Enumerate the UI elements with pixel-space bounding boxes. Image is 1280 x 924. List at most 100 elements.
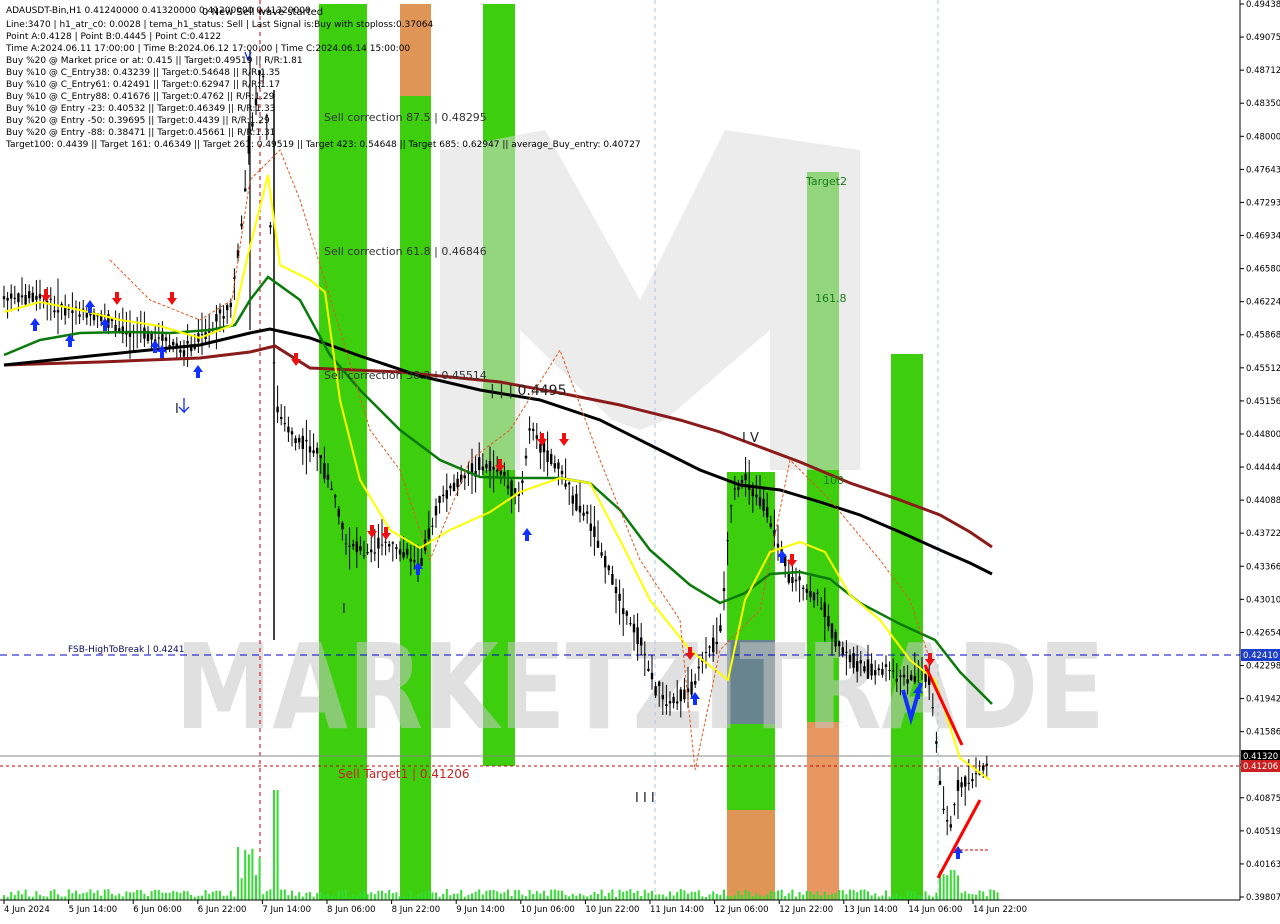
- info-line-9: Buy %20 @ Entry -88: 0.38471 || Target:0…: [6, 128, 275, 138]
- candle-body: [388, 544, 391, 547]
- candle-body: [618, 593, 621, 601]
- candle-body: [604, 556, 607, 568]
- candle-body: [434, 506, 438, 516]
- candle-body: [884, 664, 888, 667]
- volume-bar: [953, 869, 956, 900]
- price-chart[interactable]: MARKETZITRADE Sell correction 87.5 | 0.4…: [0, 0, 1280, 920]
- candle-body: [971, 778, 974, 782]
- candle-body: [575, 493, 578, 511]
- fib-1618-label: 161.8: [815, 292, 847, 305]
- volume-bar: [13, 895, 16, 900]
- volume-bar: [813, 893, 815, 900]
- volume-bar: [233, 896, 236, 900]
- volume-bar: [168, 892, 171, 900]
- volume-bar: [435, 892, 437, 900]
- volume-bar: [139, 890, 142, 900]
- candle-body: [71, 310, 74, 314]
- time-tick-label-0: 4 Jun 2024: [4, 905, 50, 915]
- volume-bar: [795, 896, 797, 900]
- volume-bar: [690, 891, 693, 900]
- candle-body: [294, 438, 297, 443]
- candle-body: [607, 565, 610, 571]
- volume-bar: [309, 892, 311, 900]
- info-line-3: Buy %20 @ Market price or at: 0.415 || T…: [6, 56, 303, 66]
- volume-bar: [841, 890, 844, 900]
- candle-body: [370, 549, 373, 553]
- candle-body: [863, 666, 866, 672]
- candle-body: [24, 294, 27, 305]
- candle-body: [776, 543, 780, 548]
- volume-bar: [755, 893, 758, 900]
- volume-bar: [21, 894, 23, 900]
- candle-body: [341, 522, 344, 530]
- candle-body: [506, 485, 510, 489]
- volume-bar: [121, 896, 124, 900]
- candle-body: [672, 696, 675, 704]
- candle-body: [488, 460, 492, 471]
- candle-body: [888, 670, 891, 672]
- fsb-label: FSB-HighToBreak | 0.4241: [68, 645, 185, 655]
- candle-body: [240, 223, 243, 227]
- volume-bar: [687, 893, 689, 900]
- candle-body: [298, 438, 301, 443]
- candle-body: [157, 337, 160, 339]
- volume-bar: [546, 895, 549, 900]
- chart-window[interactable]: MARKETZITRADE Sell correction 87.5 | 0.4…: [0, 0, 1280, 920]
- volume-bar: [636, 890, 639, 900]
- candle-body: [798, 576, 801, 581]
- volume-bar: [39, 894, 41, 900]
- volume-bar: [424, 891, 427, 900]
- candle-body: [665, 704, 668, 707]
- volume-bar: [474, 891, 477, 900]
- volume-bar: [258, 857, 261, 900]
- volume-bar: [748, 891, 751, 900]
- candle-body: [881, 669, 884, 675]
- candle-body: [571, 495, 574, 504]
- candle-body: [622, 608, 625, 615]
- volume-bar: [561, 890, 563, 900]
- candle-body: [960, 782, 963, 788]
- volume-bar: [589, 895, 592, 900]
- price-tick-label-22: 0.41586: [1246, 728, 1280, 738]
- volume-bar: [751, 896, 754, 900]
- volume-bar: [838, 890, 841, 900]
- volume-bar: [154, 889, 157, 900]
- time-tick-label-4: 7 Jun 14:00: [262, 905, 311, 915]
- price-tick-label-10: 0.45868: [1246, 331, 1280, 341]
- candle-body: [200, 334, 204, 336]
- volume-bar: [204, 890, 207, 900]
- candle-body: [38, 294, 42, 299]
- volume-bar: [67, 889, 70, 900]
- volume-bar: [676, 891, 679, 900]
- time-tick-label-5: 8 Jun 06:00: [327, 905, 376, 915]
- volume-bar: [579, 893, 581, 900]
- candle-body: [481, 466, 484, 471]
- volume-bar: [183, 890, 185, 900]
- volume-bar: [53, 889, 56, 900]
- candle-body: [420, 558, 423, 566]
- candle-body: [834, 632, 837, 647]
- volume-bar: [312, 896, 315, 900]
- volume-bar: [453, 893, 455, 900]
- volume-bar: [661, 894, 664, 900]
- volume-bar: [910, 891, 913, 900]
- volume-bar: [305, 892, 308, 900]
- volume-bar: [345, 889, 347, 900]
- volume-bar: [564, 894, 567, 900]
- volume-bar: [946, 875, 949, 900]
- volume-bar: [831, 893, 833, 900]
- volume-bar: [499, 893, 502, 900]
- candle-body: [967, 782, 970, 784]
- volume-bar: [607, 892, 610, 900]
- volume-bar: [935, 892, 938, 900]
- candle-body: [557, 462, 560, 469]
- volume-bar: [852, 889, 855, 900]
- candle-body: [215, 314, 218, 322]
- volume-bar: [391, 893, 394, 900]
- volume-bar: [719, 894, 722, 900]
- volume-bar: [525, 896, 527, 900]
- volume-bar: [219, 890, 221, 900]
- volume-bar: [773, 891, 776, 900]
- candle-body: [870, 663, 873, 676]
- candle-body: [438, 496, 441, 503]
